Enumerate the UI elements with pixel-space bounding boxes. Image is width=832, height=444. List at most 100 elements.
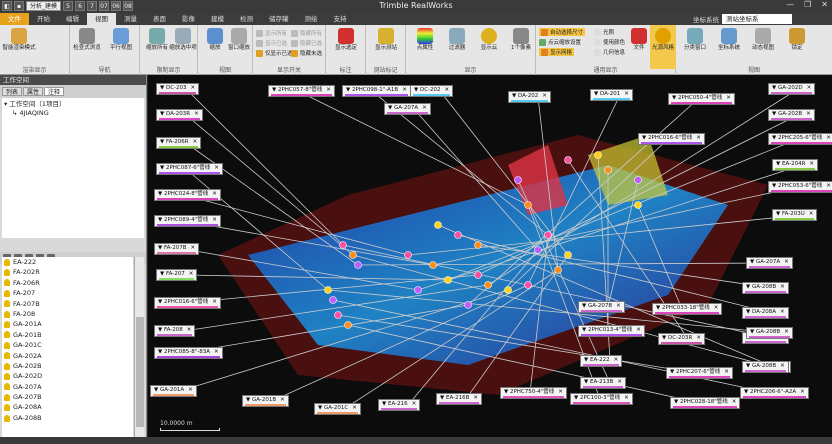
parallel-view-button[interactable]: 平行视图: [104, 28, 138, 52]
annotation-label[interactable]: ▼ GA-201C ✕: [314, 403, 361, 415]
use-color-button[interactable]: 使用颜色: [594, 38, 625, 46]
bulb-icon[interactable]: [4, 310, 10, 318]
tab-6[interactable]: 影像: [174, 13, 203, 25]
dynamic-view-button[interactable]: 动态视图: [746, 28, 780, 52]
close-icon[interactable]: ✕: [191, 84, 196, 94]
tab-2[interactable]: 编辑: [58, 13, 87, 25]
cloud-zoom-settings-button[interactable]: 点云缩放设置: [539, 38, 581, 46]
close-icon[interactable]: ✕: [402, 86, 407, 96]
annotation-label[interactable]: ▼ GA-208B✕: [746, 327, 793, 339]
close-icon[interactable]: ✕: [826, 134, 831, 144]
bulb-icon[interactable]: [4, 341, 10, 349]
annotation-label[interactable]: ▼ DC-203R ✕: [658, 333, 705, 345]
close-icon[interactable]: ✕: [807, 84, 812, 94]
auto-size-button[interactable]: 自动选择尺寸: [539, 28, 586, 36]
annotation-label[interactable]: ▼ 2PHC050-4"管线 ✕: [668, 93, 735, 105]
close-icon[interactable]: ✕: [212, 216, 217, 226]
close-icon[interactable]: ✕: [696, 134, 701, 144]
annotation-label[interactable]: ▼ GA-208B✕: [742, 282, 789, 294]
annotation-label[interactable]: ▼ 2PHC085-8"-83A ✕: [154, 347, 223, 359]
close-icon[interactable]: ✕: [214, 164, 219, 174]
close-icon[interactable]: ✕: [191, 244, 196, 254]
annotation-label[interactable]: ▼ 2PHC098-1"-A1B ✕: [342, 85, 411, 97]
annotation-label[interactable]: ▼ FA-206R ✕: [156, 137, 202, 149]
show-cloud-button[interactable]: 显示云: [472, 28, 506, 52]
tab-1[interactable]: 开始: [29, 13, 58, 25]
filter-button[interactable]: 过滤器: [440, 28, 474, 52]
close-icon[interactable]: ✕: [726, 94, 731, 104]
annotation-label[interactable]: ▼ 2PHC016-6"管线 ✕: [154, 297, 221, 309]
coord-list-button[interactable]: 坐标系统: [712, 28, 746, 52]
close-icon[interactable]: ✕: [780, 308, 785, 318]
annotation-label[interactable]: ▼ FA-207 ✕: [156, 269, 198, 281]
annotation-label[interactable]: ▼ DA-208A ✕: [742, 307, 789, 319]
examine-button[interactable]: 检查式浏览: [70, 28, 104, 52]
annotation-label[interactable]: ▼ DA-203R ✕: [156, 109, 203, 121]
bulb-icon[interactable]: [4, 279, 10, 287]
close-icon[interactable]: ✕: [326, 86, 331, 96]
close-icon[interactable]: ✕: [212, 190, 217, 200]
bulb-icon[interactable]: [4, 269, 10, 277]
window-zoom-button[interactable]: 窗口缩放: [222, 28, 256, 52]
hide-all-button[interactable]: 隐藏所有: [291, 29, 322, 37]
annotation-label[interactable]: ▼ GA-202B ✕: [768, 109, 815, 121]
close-icon[interactable]: ✕: [412, 400, 417, 410]
close-icon[interactable]: ✕: [800, 388, 805, 398]
bulb-icon[interactable]: [4, 331, 10, 339]
close-icon[interactable]: ✕: [422, 104, 427, 114]
tree-root[interactable]: ▾ 工作空间（1项目）: [4, 100, 142, 109]
close-icon[interactable]: ✕: [784, 258, 789, 268]
tab-3[interactable]: 视图: [87, 13, 116, 25]
annotation-label[interactable]: ▼ 2PHC033-18"管线 ✕: [652, 303, 723, 315]
close-icon[interactable]: ✕: [542, 92, 547, 102]
close-icon[interactable]: ✕: [809, 210, 814, 220]
close-icon[interactable]: ✕: [809, 160, 814, 170]
annotation-label[interactable]: ▼ 2PHC087-6"管线 ✕: [156, 163, 223, 175]
point-attribute-button[interactable]: 点属性: [408, 28, 442, 52]
close-icon[interactable]: ✕: [806, 110, 811, 120]
close-icon[interactable]: ✕: [780, 362, 785, 372]
hide-selected-button[interactable]: 隐藏已选: [291, 39, 322, 47]
close-button[interactable]: ✕: [821, 0, 828, 9]
list-item[interactable]: FA-207: [2, 288, 133, 298]
light-style-button[interactable]: 光源风格: [650, 25, 676, 69]
bulb-icon[interactable]: [4, 352, 10, 360]
annotation-label[interactable]: ▼ EA-222 ✕: [580, 355, 623, 367]
maximize-button[interactable]: ❐: [804, 0, 811, 9]
annotation-label[interactable]: ▼ 2PHC750-4"管线 ✕: [500, 387, 567, 399]
list-item[interactable]: GA-201C: [2, 340, 133, 350]
annotation-label[interactable]: ▼ GA-207A ✕: [384, 103, 431, 115]
close-icon[interactable]: ✕: [780, 283, 785, 293]
list-item[interactable]: EA-222: [2, 257, 133, 267]
list-item[interactable]: GA-202B: [2, 361, 133, 371]
close-icon[interactable]: ✕: [624, 394, 629, 404]
close-icon[interactable]: ✕: [696, 334, 701, 344]
close-icon[interactable]: ✕: [189, 270, 194, 280]
tab-properties[interactable]: 属性: [23, 87, 44, 96]
tab-7[interactable]: 建模: [203, 13, 232, 25]
file-display-button[interactable]: 文件: [628, 28, 650, 52]
bulb-icon[interactable]: [4, 393, 10, 401]
list-item[interactable]: FA-206R: [2, 278, 133, 288]
annotation-label[interactable]: ▼ 2PHC089-4"管线 ✕: [154, 215, 221, 227]
bulb-icon[interactable]: [4, 404, 10, 412]
list-item[interactable]: GA-201A: [2, 319, 133, 329]
tab-4[interactable]: 测量: [116, 13, 145, 25]
tab-annotation[interactable]: 注释: [44, 87, 65, 96]
tab-10[interactable]: 测绘: [297, 13, 326, 25]
show-station-button[interactable]: 显示测站: [369, 28, 403, 52]
annotation-label[interactable]: ▼ GA-208B✕: [742, 361, 789, 373]
tab-5[interactable]: 表面: [145, 13, 174, 25]
tree-project[interactable]: ↳ 4JIAQING: [4, 109, 142, 118]
close-icon[interactable]: ✕: [616, 302, 621, 312]
annotation-label[interactable]: ▼ 2PHC206-6"-A2A ✕: [740, 387, 809, 399]
close-icon[interactable]: ✕: [636, 326, 641, 336]
bulb-icon[interactable]: [4, 383, 10, 391]
close-icon[interactable]: ✕: [352, 404, 357, 414]
tab-list[interactable]: 列表: [2, 87, 23, 96]
list-scrollbar[interactable]: [134, 257, 144, 437]
show-grid-button[interactable]: 显示网格: [539, 48, 575, 56]
annotation-label[interactable]: ▼ DA-202 ✕: [508, 91, 551, 103]
close-icon[interactable]: ✕: [214, 348, 219, 358]
list-item[interactable]: FA-207B: [2, 299, 133, 309]
